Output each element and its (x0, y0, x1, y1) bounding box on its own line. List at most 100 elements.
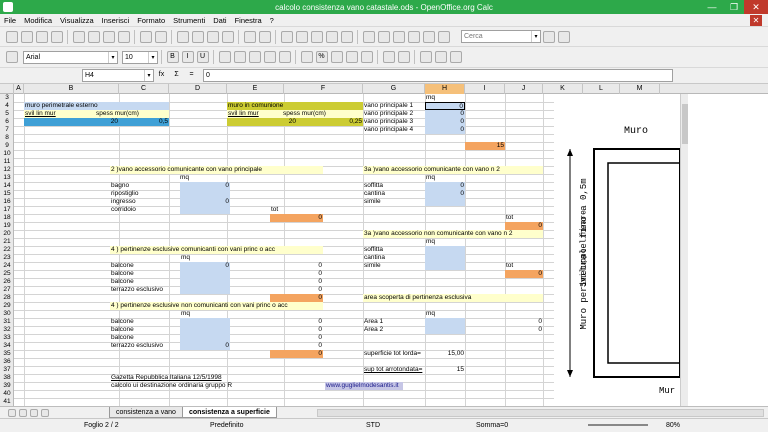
italic-icon[interactable]: I (181, 51, 194, 63)
column-header-j[interactable]: J (505, 84, 543, 94)
vertical-scrollbar[interactable] (680, 94, 688, 406)
undo-icon[interactable] (243, 30, 256, 43)
cell-b6[interactable]: 20 (24, 118, 119, 126)
cell-c34[interactable]: 0 (180, 342, 230, 350)
tab-consistenza-a-superficie[interactable]: consistenza a superficie (181, 407, 277, 418)
next-sheet-icon[interactable] (29, 408, 38, 417)
function-wizard-icon[interactable]: fx (156, 70, 168, 82)
cell-b17[interactable]: corridoio (110, 206, 180, 214)
cell-c23[interactable]: mq (180, 254, 220, 262)
number-format-icon[interactable] (330, 51, 343, 63)
row-header-25[interactable]: 25 (0, 270, 14, 278)
row-header-20[interactable]: 20 (0, 230, 14, 238)
cell-b33[interactable]: balcone (110, 334, 180, 342)
currency-icon[interactable] (300, 51, 313, 63)
selection-mode[interactable]: STD (366, 422, 380, 429)
cell-j32[interactable]: 0 (505, 326, 543, 334)
cell-b26[interactable]: balcone (110, 278, 180, 286)
cell-g29[interactable]: area scoperta di pertinenza esclusiva (363, 294, 543, 302)
cell-e5[interactable]: svil lin mur spess mur(cm) (227, 110, 363, 118)
print-icon[interactable] (102, 30, 115, 43)
open-icon[interactable] (20, 30, 33, 43)
cell-g12[interactable]: 3a )vano accessorio comunicante con vano… (363, 166, 543, 174)
search-input[interactable]: Cerca ▾ (461, 30, 541, 43)
help-icon[interactable] (437, 30, 450, 43)
cell-g37[interactable]: sup tot arrotondata= (363, 366, 433, 374)
justify-icon[interactable] (263, 51, 276, 63)
row-header-27[interactable]: 27 (0, 286, 14, 294)
row-header-37[interactable]: 37 (0, 366, 14, 374)
cell-h5[interactable]: 0 (425, 110, 465, 118)
cell-c6[interactable]: 0,5 (119, 118, 169, 126)
chart-icon[interactable] (325, 30, 338, 43)
row-header-12[interactable]: 12 (0, 166, 14, 174)
find-up-icon[interactable] (557, 30, 570, 43)
row-header-22[interactable]: 22 (0, 246, 14, 254)
row-header-16[interactable]: 16 (0, 198, 14, 206)
cell-g5[interactable]: vano principale 2 (363, 110, 425, 118)
row-header-34[interactable]: 34 (0, 342, 14, 350)
maximize-button[interactable]: ❐ (724, 0, 744, 14)
cell-h13[interactable]: mq (425, 174, 465, 182)
cell-j25[interactable]: tot (505, 262, 543, 270)
row-header-14[interactable]: 14 (0, 182, 14, 190)
row-header-24[interactable]: 24 (0, 262, 14, 270)
cell-f6[interactable]: 0,25 (297, 118, 363, 126)
cell-c14[interactable]: 0 (180, 182, 230, 190)
row-header-28[interactable]: 28 (0, 294, 14, 302)
cell-e33[interactable]: 0 (270, 334, 323, 342)
row-header-11[interactable]: 11 (0, 158, 14, 166)
new-icon[interactable] (5, 30, 18, 43)
column-header-k[interactable]: K (543, 84, 583, 94)
cell-h4[interactable]: 0 (425, 102, 465, 110)
sort-desc-icon[interactable] (310, 30, 323, 43)
font-name-select[interactable]: Arial ▾ (23, 50, 118, 64)
row-header-7[interactable]: 7 (0, 126, 14, 134)
cell-g7[interactable]: vano principale 4 (363, 126, 425, 134)
decrease-indent-icon[interactable] (382, 51, 395, 63)
autospell-icon[interactable] (154, 30, 167, 43)
prev-sheet-icon[interactable] (18, 408, 27, 417)
column-header-e[interactable]: E (227, 84, 284, 94)
row-header-17[interactable]: 17 (0, 206, 14, 214)
cell-b27[interactable]: terrazzo esclusivo (110, 286, 180, 294)
cell-j31[interactable]: 0 (505, 318, 543, 326)
name-box[interactable]: H4 ▾ (82, 69, 154, 82)
navigator-icon[interactable] (377, 30, 390, 43)
row-header-9[interactable]: 9 (0, 142, 14, 150)
cell-g32[interactable]: Area 2 (363, 326, 425, 334)
increase-indent-icon[interactable] (397, 51, 410, 63)
row-header-40[interactable]: 40 (0, 390, 14, 398)
column-header-f[interactable]: F (284, 84, 363, 94)
row-header-29[interactable]: 29 (0, 302, 14, 310)
sum-icon[interactable]: Σ (171, 70, 183, 82)
function-icon[interactable]: = (186, 70, 198, 82)
row-header-41[interactable]: 41 (0, 398, 14, 406)
percent-icon[interactable]: % (315, 51, 328, 63)
column-header-h[interactable]: H (425, 84, 465, 94)
scroll-thumb[interactable] (682, 104, 688, 144)
align-left-icon[interactable] (218, 51, 231, 63)
hyperlink-icon[interactable] (280, 30, 293, 43)
last-sheet-icon[interactable] (40, 408, 49, 417)
row-header-5[interactable]: 5 (0, 110, 14, 118)
row-header-3[interactable]: 3 (0, 94, 14, 102)
row-header-15[interactable]: 15 (0, 190, 14, 198)
clone-icon[interactable] (221, 30, 234, 43)
cell-b22[interactable]: 4 ) pertinenze esclusive comunicanti con… (110, 246, 323, 254)
cell-h37[interactable]: 15 (425, 366, 465, 374)
font-color-icon[interactable] (449, 51, 462, 63)
datasource-icon[interactable] (407, 30, 420, 43)
cell-h30[interactable]: mq (425, 310, 465, 318)
cell-i9[interactable]: 15 (465, 142, 505, 150)
find-down-icon[interactable] (542, 30, 555, 43)
bold-icon[interactable]: B (166, 51, 179, 63)
pdf-icon[interactable] (87, 30, 100, 43)
zoom-slider[interactable] (588, 424, 648, 426)
email-icon[interactable] (50, 30, 63, 43)
column-header-g[interactable]: G (363, 84, 425, 94)
cell-h16[interactable] (425, 198, 465, 206)
cell-b29[interactable]: 4 ) pertinenze esclusive non comunicanti… (110, 302, 323, 310)
cell-j18[interactable]: tot (505, 214, 543, 222)
menu-visualizza[interactable]: Visualizza (56, 16, 98, 25)
